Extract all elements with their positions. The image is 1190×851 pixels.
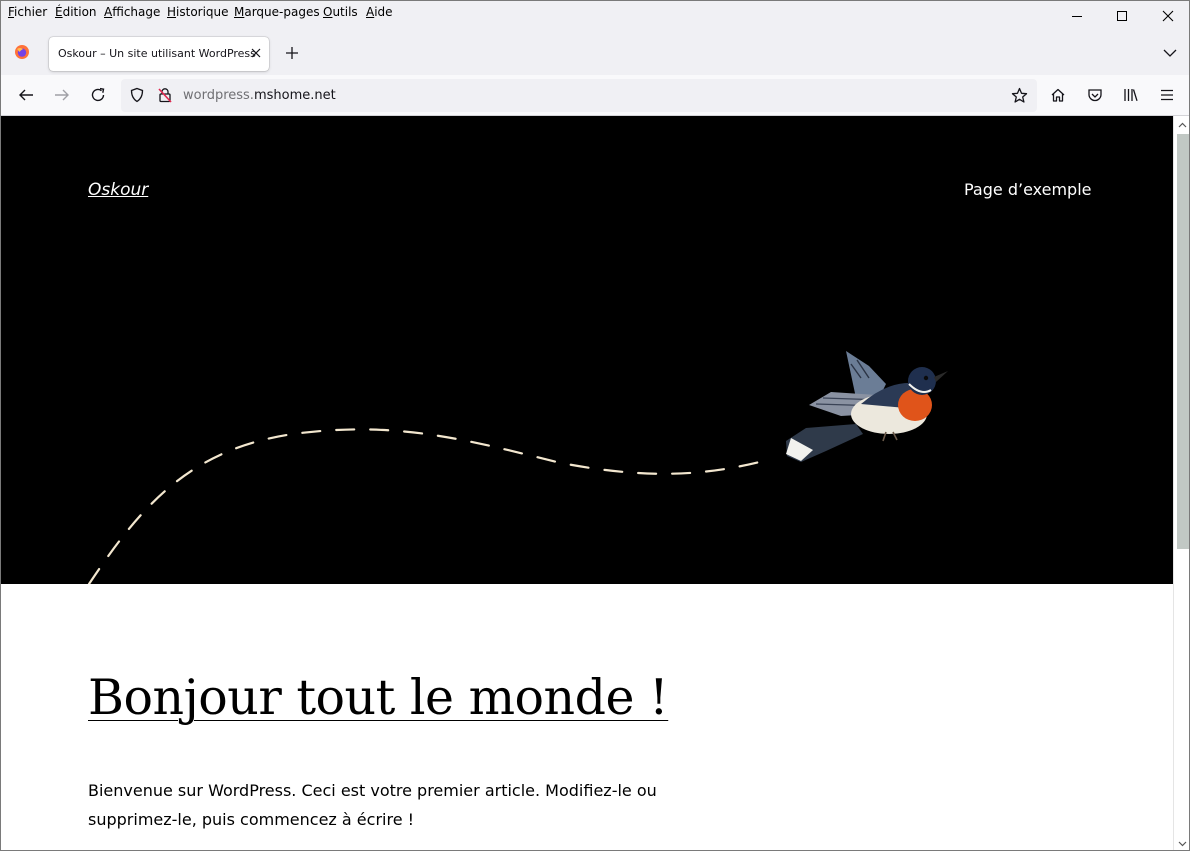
url-text[interactable]: wordpress.mshome.net <box>183 88 336 103</box>
site-title-link[interactable]: Oskour <box>88 180 148 200</box>
menu-edition[interactable]: Édition <box>55 5 97 19</box>
menu-marque-pages[interactable]: Marque-pages <box>234 5 320 19</box>
minimize-button[interactable] <box>1054 1 1100 31</box>
firefox-view-button[interactable] <box>9 39 35 65</box>
menu-fichier[interactable]: Fichier <box>8 5 47 19</box>
home-button[interactable] <box>1043 80 1073 110</box>
close-icon <box>1162 10 1174 22</box>
browser-window: Fichier Édition Affichage Historique Mar… <box>0 0 1190 851</box>
tracking-shield-icon[interactable] <box>129 87 145 106</box>
tab-close-button[interactable] <box>247 44 265 62</box>
hamburger-menu-icon <box>1161 89 1173 101</box>
flight-path <box>87 428 773 584</box>
arrow-left-icon <box>19 89 33 101</box>
chevron-down-icon <box>1163 49 1177 57</box>
reload-icon <box>91 87 105 102</box>
page-viewport: Oskour Page d’exemple Bonjour tout le mo… <box>1 116 1173 850</box>
url-subdomain: wordpress. <box>183 88 254 103</box>
menu-historique[interactable]: Historique <box>167 5 229 19</box>
vertical-scrollbar[interactable] <box>1173 116 1189 850</box>
maximize-icon <box>1117 11 1127 21</box>
tab-active[interactable]: Oskour – Un site utilisant WordPress <box>49 37 269 71</box>
menu-aide[interactable]: Aide <box>366 5 393 19</box>
scrollbar-thumb[interactable] <box>1177 134 1189 549</box>
close-icon <box>251 48 261 58</box>
chevron-up-icon <box>1178 122 1187 127</box>
tab-title: Oskour – Un site utilisant WordPress <box>58 47 256 60</box>
reload-button[interactable] <box>83 80 113 110</box>
navigation-toolbar: wordpress.mshome.net <box>1 75 1189 116</box>
menu-outils[interactable]: Outils <box>323 5 358 19</box>
chevron-down-icon <box>1178 841 1187 846</box>
post-title-link[interactable]: Bonjour tout le monde ! <box>88 669 669 726</box>
plus-icon <box>286 47 298 59</box>
forward-button[interactable] <box>47 80 77 110</box>
minimize-icon <box>1072 16 1082 17</box>
firefox-logo-icon <box>15 45 29 59</box>
site-header: Oskour Page d’exemple <box>1 116 1173 584</box>
scroll-down-button[interactable] <box>1174 835 1189 850</box>
home-icon <box>1051 88 1065 102</box>
menu-bar: Fichier Édition Affichage Historique Mar… <box>1 1 1189 31</box>
list-all-tabs-button[interactable] <box>1157 40 1183 66</box>
library-button[interactable] <box>1116 80 1146 110</box>
scroll-up-button[interactable] <box>1174 116 1189 133</box>
close-window-button[interactable] <box>1145 1 1189 31</box>
star-icon[interactable] <box>1011 87 1028 107</box>
nav-link-sample-page[interactable]: Page d’exemple <box>964 180 1091 199</box>
arrow-right-icon <box>55 89 69 101</box>
tab-bar: Oskour – Un site utilisant WordPress <box>1 31 1189 75</box>
library-icon <box>1124 89 1138 101</box>
pocket-icon <box>1088 89 1102 102</box>
maximize-button[interactable] <box>1099 1 1145 31</box>
new-tab-button[interactable] <box>281 40 303 66</box>
app-menu-button[interactable] <box>1152 80 1182 110</box>
menu-affichage[interactable]: Affichage <box>104 5 160 19</box>
url-bar[interactable]: wordpress.mshome.net <box>121 79 1037 112</box>
bird-image <box>786 351 948 462</box>
post-excerpt: Bienvenue sur WordPress. Ceci est votre … <box>88 781 657 829</box>
insecure-lock-icon[interactable] <box>157 87 173 106</box>
back-button[interactable] <box>11 80 41 110</box>
url-domain: mshome.net <box>253 88 336 103</box>
pocket-button[interactable] <box>1080 80 1110 110</box>
